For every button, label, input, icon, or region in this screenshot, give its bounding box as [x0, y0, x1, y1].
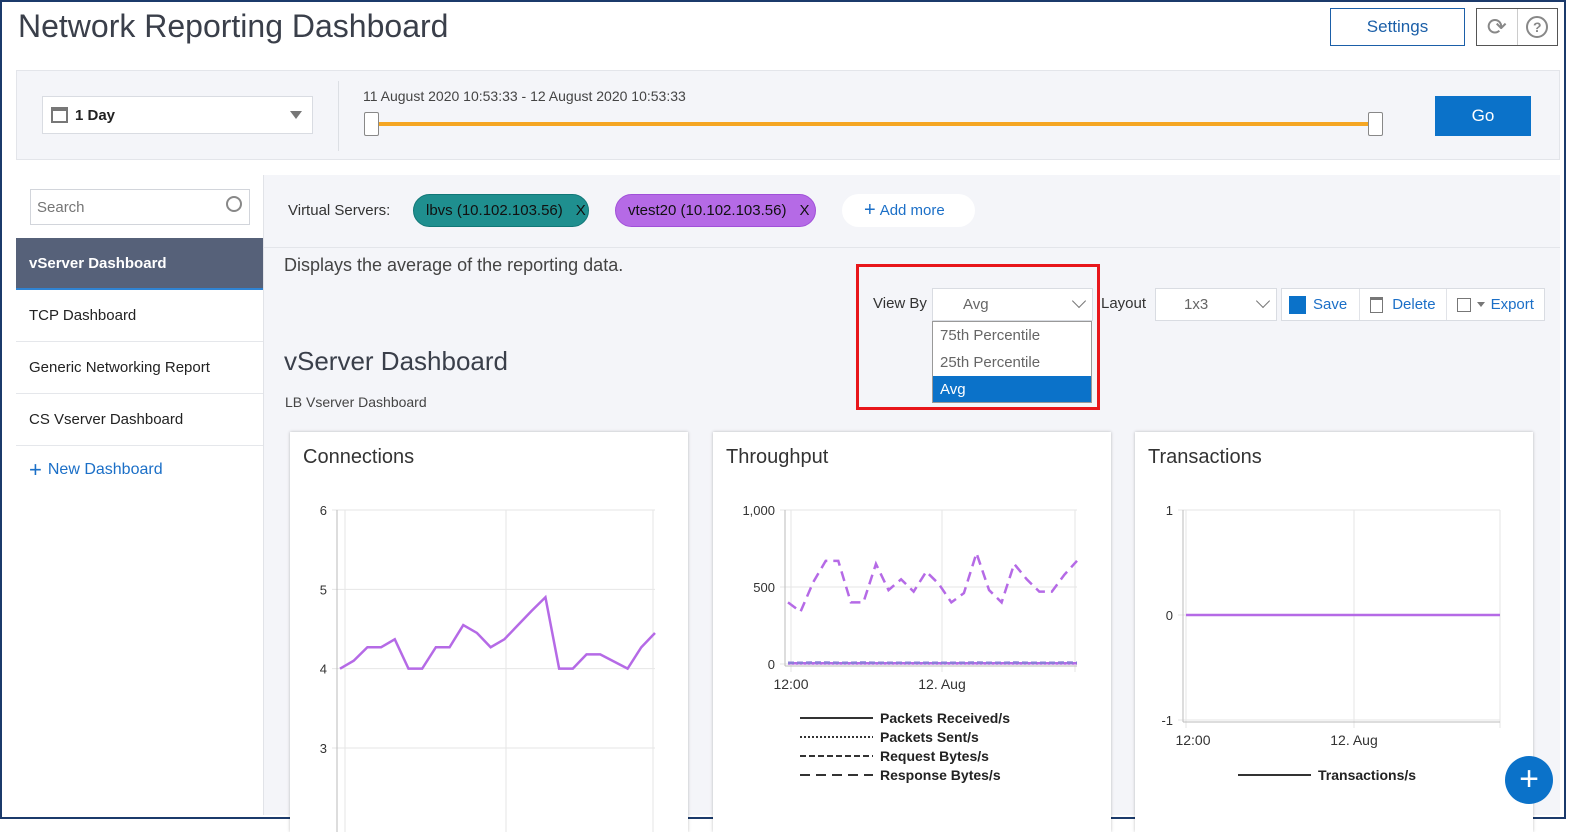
- layout-value: 1x3: [1184, 296, 1208, 313]
- search-box: [30, 189, 250, 225]
- x-tick-label: 12. Aug: [918, 676, 966, 692]
- x-tick-label: 12. Aug: [1330, 732, 1378, 748]
- new-dashboard-label: New Dashboard: [48, 461, 163, 479]
- vserver-chip-lbvs: lbvs (10.102.103.56) X: [413, 194, 589, 227]
- x-tick-label: 12:00: [1175, 732, 1210, 748]
- settings-button[interactable]: Settings: [1330, 8, 1465, 46]
- y-tick-label: 5: [320, 582, 327, 597]
- caret-down-icon: [290, 111, 302, 125]
- throughput-chart: 0 500 1,000 12:00 12. Aug Packets Received/s P…: [713, 432, 1111, 832]
- delete-button[interactable]: Delete: [1360, 289, 1446, 320]
- description-text: Displays the average of the reporting da…: [284, 255, 623, 276]
- sidebar-item-vserver-dashboard[interactable]: vServer Dashboard: [16, 238, 263, 290]
- calendar-icon: [51, 107, 68, 123]
- add-widget-fab[interactable]: +: [1505, 756, 1553, 804]
- slider-start-handle[interactable]: [364, 112, 379, 136]
- y-tick-label: 1: [1166, 503, 1173, 518]
- save-button[interactable]: Save: [1282, 289, 1360, 320]
- divider: [264, 247, 1560, 248]
- slider-end-handle[interactable]: [1368, 112, 1383, 136]
- date-range-text: 11 August 2020 10:53:33 - 12 August 2020…: [363, 88, 686, 104]
- y-tick-label: 0: [1166, 608, 1173, 623]
- divider: [338, 81, 339, 151]
- go-button[interactable]: Go: [1435, 96, 1531, 136]
- connections-chart: 3 4 5 6: [290, 432, 688, 832]
- legend-label: Request Bytes/s: [880, 748, 989, 764]
- export-label: Export: [1491, 296, 1534, 313]
- legend-label: Response Bytes/s: [880, 767, 1001, 783]
- plus-icon: +: [1519, 760, 1539, 798]
- highlight-box: [856, 264, 1100, 410]
- external-link-icon: [1457, 298, 1471, 312]
- virtual-servers-label: Virtual Servers:: [288, 202, 390, 219]
- page-title: Network Reporting Dashboard: [18, 8, 448, 45]
- delete-label: Delete: [1392, 296, 1435, 313]
- search-icon[interactable]: [226, 196, 242, 212]
- export-button[interactable]: Export: [1447, 289, 1544, 320]
- throughput-card: Throughput 05001,00012:0012. AugPackets …: [713, 432, 1111, 832]
- layout-label: Layout: [1101, 295, 1146, 312]
- x-tick-label: 12:00: [773, 676, 808, 692]
- new-dashboard-link[interactable]: + New Dashboard: [29, 457, 163, 483]
- caret-down-icon: [1477, 302, 1485, 311]
- transactions-card: Transactions -10112:0012. AugTransaction…: [1135, 432, 1533, 832]
- time-range-select[interactable]: 1 Day: [42, 96, 313, 134]
- dashboard-title: vServer Dashboard: [284, 346, 508, 377]
- legend-label: Packets Received/s: [880, 710, 1010, 726]
- plus-icon: +: [864, 199, 876, 222]
- y-tick-label: 0: [768, 657, 775, 672]
- sidebar-item-tcp-dashboard[interactable]: TCP Dashboard: [16, 290, 263, 342]
- y-tick-label: 6: [320, 503, 327, 518]
- chip-remove-icon[interactable]: X: [576, 202, 586, 219]
- chip-label: lbvs (10.102.103.56): [426, 202, 563, 219]
- y-tick-label: -1: [1161, 713, 1173, 728]
- connections-card: Connections 3456: [290, 432, 688, 832]
- sidebar: vServer Dashboard TCP Dashboard Generic …: [16, 175, 264, 815]
- vserver-chip-vtest20: vtest20 (10.102.103.56) X: [615, 194, 816, 227]
- sidebar-item-generic-networking-report[interactable]: Generic Networking Report: [16, 342, 263, 394]
- series-line: [788, 553, 1077, 612]
- layout-select[interactable]: 1x3: [1155, 288, 1277, 321]
- dashboard-subtitle: LB Vserver Dashboard: [285, 394, 427, 410]
- transactions-chart: -1 0 1 12:00 12. Aug Transactions/s: [1135, 432, 1533, 832]
- y-tick-label: 1,000: [742, 503, 775, 518]
- refresh-icon[interactable]: ⟳: [1477, 9, 1518, 45]
- y-tick-label: 3: [320, 741, 327, 756]
- legend-label: Packets Sent/s: [880, 729, 979, 745]
- search-input[interactable]: [31, 199, 216, 216]
- series-line: [340, 597, 655, 668]
- filter-bar: 1 Day 11 August 2020 10:53:33 - 12 Augus…: [16, 70, 1560, 160]
- plus-icon: +: [29, 457, 42, 483]
- add-more-label: Add more: [880, 202, 945, 219]
- dashboard-toolbar: Save Delete Export: [1281, 288, 1545, 321]
- time-range-value: 1 Day: [75, 107, 115, 124]
- add-more-button[interactable]: +Add more: [842, 194, 975, 227]
- chevron-down-icon: [1256, 294, 1270, 308]
- y-tick-label: 4: [320, 662, 327, 677]
- legend-label: Transactions/s: [1318, 767, 1416, 783]
- chip-remove-icon[interactable]: X: [799, 202, 809, 219]
- save-icon: [1289, 296, 1306, 314]
- help-icon[interactable]: ?: [1518, 9, 1558, 45]
- time-slider-track[interactable]: [371, 122, 1375, 126]
- y-tick-label: 500: [753, 580, 775, 595]
- chip-label: vtest20 (10.102.103.56): [628, 202, 786, 219]
- trash-icon: [1370, 297, 1383, 313]
- sidebar-item-cs-vserver-dashboard[interactable]: CS Vserver Dashboard: [16, 394, 263, 446]
- header-actions: ⟳ ?: [1476, 8, 1558, 46]
- save-label: Save: [1313, 296, 1347, 313]
